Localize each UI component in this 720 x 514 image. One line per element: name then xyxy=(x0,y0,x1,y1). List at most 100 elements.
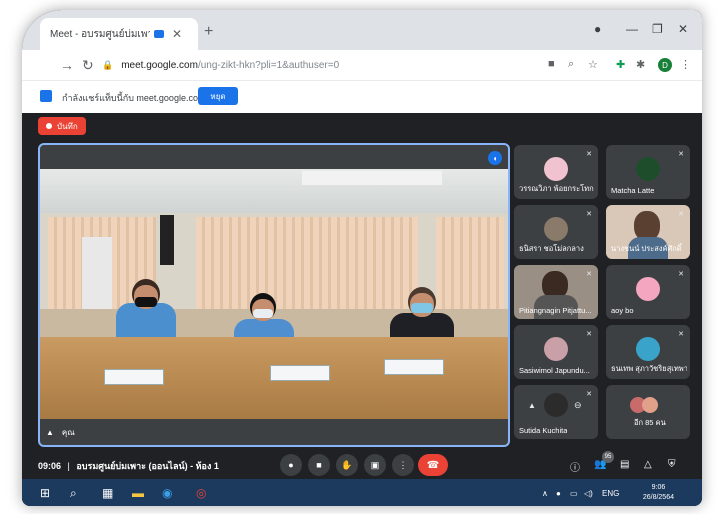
leave-call-button[interactable]: ☎ xyxy=(418,454,448,476)
participant-video-tile[interactable]: ✕ นางชนน์ ประสงค์ศักดิ์ xyxy=(606,205,690,259)
address-toolbar: → ↻ 🔒 meet.google.com /ung-zikt-hkn?pli=… xyxy=(22,50,702,80)
more-options-button[interactable]: ⋮ xyxy=(392,454,414,476)
participant-avatar xyxy=(544,217,568,241)
chat-icon[interactable]: ▤ xyxy=(620,459,629,470)
windows-taskbar: ⊞ ⌕ ▦ ▬ ◉ ◎ ∧ ● ▭ ◁) ENG 9:06 26/8/2564 xyxy=(22,479,702,506)
pin-icon: ▲ xyxy=(46,428,54,437)
participant-name: Pitiangnagin Pitjattu... xyxy=(519,306,592,315)
speaking-indicator-icon: ◖ xyxy=(488,151,502,165)
participant-name: นางชนน์ ประสงค์ศักดิ์ xyxy=(611,244,682,253)
present-button[interactable]: ▣ xyxy=(364,454,386,476)
participant-name: วรรณวิภา พ้อยกระโทก xyxy=(519,184,594,193)
taskbar-clock[interactable]: 9:06 26/8/2564 xyxy=(643,483,674,503)
file-explorer-icon[interactable]: ▬ xyxy=(132,486,144,500)
new-tab-button[interactable]: + xyxy=(204,23,213,41)
more-avatar-2 xyxy=(642,397,658,413)
participant-tile[interactable]: ✕ Sasiwimol Japundu... xyxy=(514,325,598,379)
volume-icon[interactable]: ◁) xyxy=(584,489,593,498)
presentation-scene xyxy=(40,169,508,419)
present-icon: ▣ xyxy=(370,459,380,470)
activities-icon[interactable]: △ xyxy=(644,459,652,470)
share-icon xyxy=(40,90,52,102)
video-camera-icon: ■ xyxy=(316,460,322,470)
camera-icon[interactable]: ■ xyxy=(548,58,555,70)
meeting-time: 09:06 xyxy=(38,461,62,471)
end-call-icon: ☎ xyxy=(426,459,440,471)
url-host: meet.google.com xyxy=(121,59,198,71)
tab-title: Meet - อบรมศูนย์บ่มเพาะ (ออนไลน์ xyxy=(50,28,150,40)
meet-control-bar: 09:06 | อบรมศูนย์บ่มเพาะ (ออนไลน์) - ห้อ… xyxy=(22,449,702,481)
nameplate-center xyxy=(270,365,330,381)
main-video[interactable]: ◖ ▲ คุณ xyxy=(38,143,510,447)
chrome-icon[interactable]: ◎ xyxy=(196,486,206,500)
language-indicator[interactable]: ENG xyxy=(602,489,619,498)
menu-icon[interactable]: ⋮ xyxy=(680,58,691,71)
participant-avatar xyxy=(544,157,568,181)
participant-tile[interactable]: ✕ Matcha Latte xyxy=(606,145,690,199)
more-participants-label: อีก 85 คน xyxy=(634,418,666,427)
meet-area: บันทึก ◖ ▲ คุณ ✕ วรรณวิภา พ้อยกระโทก ✕ M… xyxy=(22,113,702,506)
extension-icon[interactable]: ✚ xyxy=(616,58,625,71)
tab-strip: Meet - อบรมศูนย์บ่มเพาะ (ออนไลน์ ✕ + ● —… xyxy=(22,10,702,50)
participant-avatar xyxy=(636,157,660,181)
participant-video-tile[interactable]: ✕ Pitiangnagin Pitjattu... xyxy=(514,265,598,319)
reload-icon[interactable]: ↻ xyxy=(82,57,94,74)
task-view-icon[interactable]: ▦ xyxy=(102,486,113,500)
info-icon[interactable]: ⓘ xyxy=(570,459,580,474)
mic-off-icon: ✕ xyxy=(678,211,684,218)
puzzle-icon[interactable]: ✱ xyxy=(636,58,645,71)
sharing-infobar: กำลังแชร์แท็บนี้กับ meet.google.com หยุด xyxy=(22,80,702,114)
participant-name: Sasiwimol Japundu... xyxy=(519,366,590,375)
url-path: /ung-zikt-hkn?pli=1&authuser=0 xyxy=(197,59,340,71)
more-participants-tile[interactable]: อีก 85 คน xyxy=(606,385,690,439)
recording-label: บันทึก xyxy=(57,121,78,131)
address-bar[interactable]: 🔒 meet.google.com /ung-zikt-hkn?pli=1&au… xyxy=(102,54,542,76)
back-icon[interactable]: → xyxy=(60,57,74,73)
profile-avatar[interactable]: D xyxy=(658,58,672,72)
self-label: คุณ xyxy=(61,428,75,437)
participant-avatar xyxy=(636,337,660,361)
raise-hand-button[interactable]: ✋ xyxy=(336,454,358,476)
browser-tab[interactable]: Meet - อบรมศูนย์บ่มเพาะ (ออนไลน์ ✕ xyxy=(40,18,198,50)
close-tab-icon[interactable]: ✕ xyxy=(172,27,182,41)
participant-tile[interactable]: ✕ aoy bo xyxy=(606,265,690,319)
meeting-info: 09:06 | อบรมศูนย์บ่มเพาะ (ออนไลน์) - ห้อ… xyxy=(38,461,219,471)
host-controls-icon[interactable]: ⛨ xyxy=(668,459,676,470)
participant-tile[interactable]: ▲ ⊖ ✕ Sutida Kuchita xyxy=(514,385,598,439)
stop-sharing-button[interactable]: หยุด xyxy=(198,87,238,105)
zoom-icon[interactable]: ⌕ xyxy=(568,58,574,71)
microphone-button[interactable]: ● xyxy=(280,454,302,476)
search-icon[interactable]: ⌕ xyxy=(70,486,77,501)
mic-off-icon: ✕ xyxy=(586,391,592,398)
main-video-label: ▲ คุณ xyxy=(46,426,75,439)
mic-off-icon: ✕ xyxy=(678,331,684,338)
mic-off-icon: ✕ xyxy=(678,151,684,158)
tray-mic-icon[interactable]: ● xyxy=(556,489,561,498)
pin-tile-icon[interactable]: ▲ xyxy=(528,401,536,410)
participant-tile[interactable]: ✕ วรรณวิภา พ้อยกระโทก xyxy=(514,145,598,199)
remove-icon[interactable]: ⊖ xyxy=(574,400,582,411)
mic-off-icon: ✕ xyxy=(586,151,592,158)
participant-tile[interactable]: ✕ ธนเทพ สุภาวัชริยสุเทพา xyxy=(606,325,690,379)
sharing-message: กำลังแชร์แท็บนี้กับ meet.google.com xyxy=(62,93,206,103)
mic-off-icon: ✕ xyxy=(678,271,684,278)
restore-icon[interactable]: ❐ xyxy=(652,22,663,36)
meeting-title: อบรมศูนย์บ่มเพาะ (ออนไลน์) - ห้อง 1 xyxy=(76,461,219,471)
participant-avatar xyxy=(544,337,568,361)
network-icon[interactable]: ▭ xyxy=(570,489,578,498)
windows-start-icon[interactable]: ⊞ xyxy=(40,486,50,500)
tab-search-icon[interactable]: ● xyxy=(594,22,601,36)
participant-avatar xyxy=(544,393,568,417)
camera-button[interactable]: ■ xyxy=(308,454,330,476)
close-window-icon[interactable]: ✕ xyxy=(678,22,688,36)
minimize-icon[interactable]: — xyxy=(626,22,638,36)
speaker xyxy=(160,215,174,265)
participant-tile[interactable]: ✕ ธนิสรา ชอโม่ลกลาง xyxy=(514,205,598,259)
participant-name: Sutida Kuchita xyxy=(519,426,568,435)
tray-chevron-icon[interactable]: ∧ xyxy=(542,489,548,498)
participant-name: Matcha Latte xyxy=(611,186,655,195)
bookmark-star-icon[interactable]: ☆ xyxy=(588,58,598,71)
edge-icon[interactable]: ◉ xyxy=(162,486,172,500)
microphone-icon: ● xyxy=(288,460,294,470)
recording-tab-icon xyxy=(154,30,164,38)
